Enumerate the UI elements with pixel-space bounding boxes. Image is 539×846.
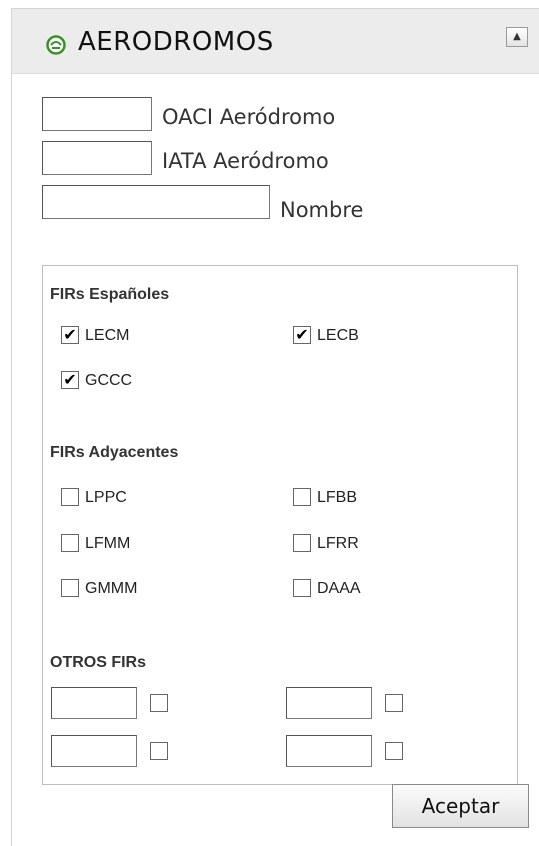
label-lfbb: LFBB — [317, 489, 358, 506]
otro-fir-checkbox-4[interactable] — [385, 742, 403, 760]
iata-label: IATA Aeródromo — [162, 149, 329, 173]
green-globe-icon — [46, 35, 66, 55]
checkbox-lfbb[interactable] — [293, 488, 311, 506]
label-lecb: LECB — [317, 327, 359, 344]
label-gmmm: GMMM — [85, 580, 138, 597]
firs-adyacentes-heading: FIRs Adyacentes — [50, 444, 179, 461]
checkbox-lecm[interactable]: ✔ — [61, 326, 79, 344]
otro-fir-checkbox-2[interactable] — [385, 694, 403, 712]
aerodromos-panel: AERODROMOS ▲ OACI Aeródromo IATA Aeródro… — [11, 8, 539, 846]
accept-button[interactable]: Aceptar — [392, 784, 529, 828]
label-lfrr: LFRR — [317, 535, 359, 552]
otro-fir-checkbox-1[interactable] — [150, 694, 168, 712]
label-lppc: LPPC — [85, 489, 127, 506]
label-gccc: GCCC — [85, 372, 133, 389]
panel-title: AERODROMOS — [78, 27, 274, 57]
checkbox-gmmm[interactable] — [61, 579, 79, 597]
checkbox-lfmm[interactable] — [61, 534, 79, 552]
collapse-button[interactable]: ▲ — [506, 27, 528, 47]
checkbox-lppc[interactable] — [61, 488, 79, 506]
otro-fir-input-2[interactable] — [286, 687, 372, 719]
iata-input[interactable] — [42, 141, 152, 175]
otro-fir-input-1[interactable] — [51, 687, 137, 719]
oaci-input[interactable] — [42, 97, 152, 131]
oaci-label: OACI Aeródromo — [162, 105, 336, 129]
checkbox-lecb[interactable]: ✔ — [293, 326, 311, 344]
label-lecm: LECM — [85, 327, 130, 344]
label-lfmm: LFMM — [85, 535, 131, 552]
otro-fir-checkbox-3[interactable] — [150, 742, 168, 760]
nombre-input[interactable] — [42, 185, 270, 219]
triangle-up-icon: ▲ — [513, 31, 521, 42]
label-daaa: DAAA — [317, 580, 361, 597]
firs-espanoles-heading: FIRs Españoles — [50, 286, 170, 303]
otro-fir-input-4[interactable] — [286, 735, 372, 767]
otros-firs-heading: OTROS FIRs — [50, 654, 147, 671]
checkbox-lfrr[interactable] — [293, 534, 311, 552]
checkbox-daaa[interactable] — [293, 579, 311, 597]
checkbox-gccc[interactable]: ✔ — [61, 371, 79, 389]
firs-fieldset: FIRs Españoles ✔ LECM ✔ LECB ✔ GCCC FIRs… — [42, 265, 518, 785]
nombre-label: Nombre — [280, 198, 364, 222]
panel-header: AERODROMOS ▲ — [12, 9, 539, 74]
otro-fir-input-3[interactable] — [51, 735, 137, 767]
